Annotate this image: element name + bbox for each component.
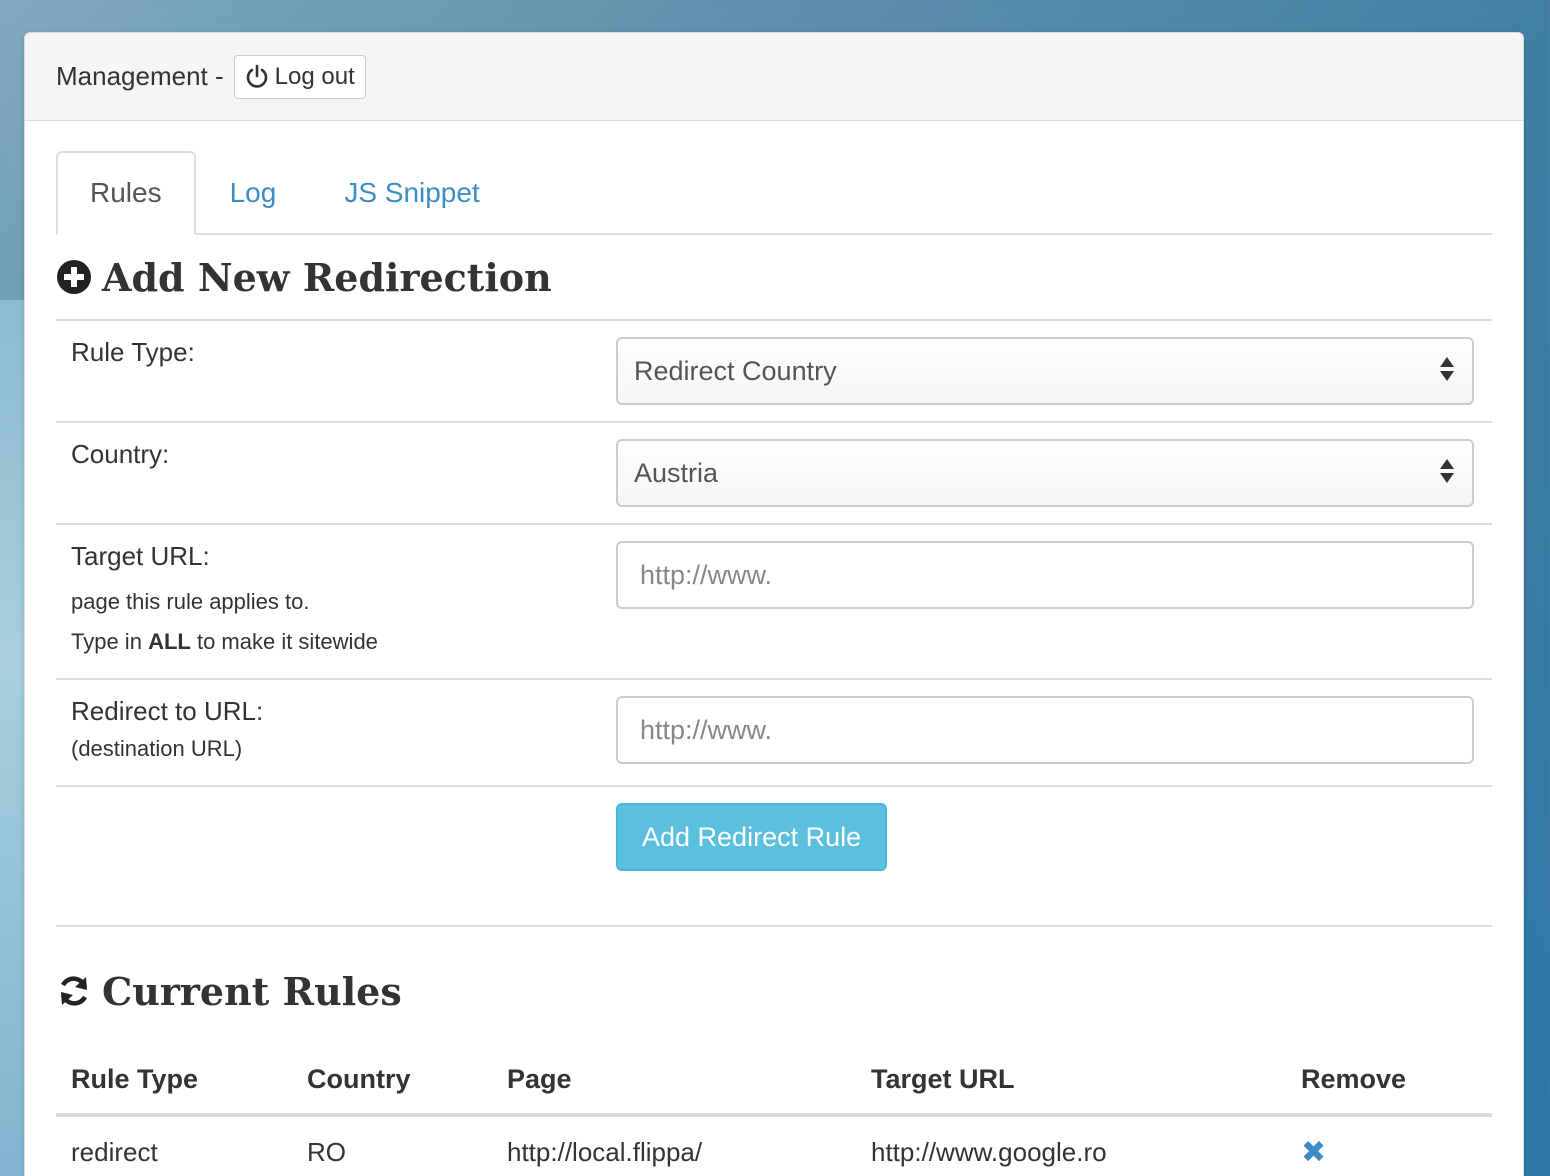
column-header-country: Country bbox=[292, 1045, 492, 1117]
cell-remove: ✖ bbox=[1286, 1115, 1492, 1176]
refresh-icon[interactable] bbox=[56, 973, 92, 1009]
target-url-row: Target URL: page this rule applies to. T… bbox=[56, 525, 1492, 680]
tab-log-label: Log bbox=[229, 177, 277, 208]
current-rules-title: Current Rules bbox=[102, 968, 402, 1014]
column-header-target-url: Target URL bbox=[856, 1045, 1286, 1117]
tab-js-snippet[interactable]: JS Snippet bbox=[310, 151, 513, 235]
help-text-pre: Type in bbox=[71, 629, 142, 654]
cell-target-url: http://www.google.ro bbox=[871, 1136, 1107, 1167]
panel-heading: Management - Log out bbox=[25, 33, 1523, 121]
table-header-row: Rule Type Country Page Target URL Remove bbox=[56, 1045, 1492, 1117]
country-row: Country: Austria bbox=[56, 423, 1492, 525]
management-panel: Management - Log out Rules Log JS Snippe… bbox=[24, 32, 1524, 1176]
help-text-post: to make it sitewide bbox=[196, 629, 378, 654]
country-label: Country: bbox=[71, 439, 170, 469]
redirect-url-input[interactable] bbox=[640, 714, 1456, 746]
tab-js-snippet-label: JS Snippet bbox=[344, 177, 480, 208]
add-redirection-title: Add New Redirection bbox=[102, 254, 552, 300]
logout-label: Log out bbox=[274, 62, 355, 90]
country-value: Austria bbox=[634, 457, 719, 488]
redirect-url-row: Redirect to URL: (destination URL) bbox=[56, 680, 1492, 787]
target-url-help: page this rule applies to. Type in ALL t… bbox=[71, 582, 601, 662]
add-redirection-heading: Add New Redirection bbox=[56, 235, 1492, 319]
target-url-label-group: Target URL: page this rule applies to. T… bbox=[56, 525, 616, 678]
rule-type-select[interactable]: Redirect Country bbox=[616, 337, 1474, 405]
rule-type-row: Rule Type: Redirect Country bbox=[56, 321, 1492, 423]
tab-log[interactable]: Log bbox=[196, 151, 311, 235]
country-select[interactable]: Austria bbox=[616, 439, 1474, 507]
redirect-url-label-group: Redirect to URL: (destination URL) bbox=[56, 680, 616, 785]
rule-type-label: Rule Type: bbox=[71, 337, 195, 367]
redirect-url-help: (destination URL) bbox=[71, 736, 243, 761]
tab-rules[interactable]: Rules bbox=[56, 151, 196, 235]
rules-table: Rule Type Country Page Target URL Remove… bbox=[56, 1045, 1492, 1176]
cell-rule-type: redirect bbox=[71, 1136, 158, 1167]
cell-country: RO bbox=[307, 1136, 346, 1167]
table-row: redirect RO http://local.flippa/ http://… bbox=[56, 1115, 1492, 1176]
cell-page: http://local.flippa/ bbox=[507, 1136, 703, 1167]
rule-type-value: Redirect Country bbox=[634, 355, 837, 386]
target-url-help-1: page this rule applies to. bbox=[71, 589, 310, 614]
panel-title: Management - bbox=[56, 61, 224, 91]
plus-circle-icon bbox=[56, 259, 92, 295]
column-header-page: Page bbox=[492, 1045, 856, 1117]
column-header-rule-type: Rule Type bbox=[56, 1045, 292, 1117]
redirect-url-field[interactable] bbox=[616, 696, 1474, 764]
add-redirect-rule-button[interactable]: Add Redirect Rule bbox=[616, 803, 888, 871]
column-header-remove: Remove bbox=[1286, 1045, 1492, 1117]
redirect-form: Rule Type: Redirect Country Country: Aus… bbox=[56, 319, 1492, 927]
close-icon[interactable]: ✖ bbox=[1301, 1136, 1326, 1169]
redirect-url-label: Redirect to URL: bbox=[71, 696, 264, 726]
tab-rules-label: Rules bbox=[90, 177, 162, 208]
current-rules-heading: Current Rules bbox=[56, 949, 1492, 1033]
help-text-bold: ALL bbox=[148, 629, 191, 654]
target-url-help-2: Type in ALL to make it sitewide bbox=[71, 622, 601, 662]
target-url-input[interactable] bbox=[640, 559, 1456, 591]
logout-button[interactable]: Log out bbox=[233, 54, 366, 99]
submit-row: Add Redirect Rule bbox=[56, 787, 1492, 927]
target-url-label: Target URL: bbox=[71, 541, 210, 571]
tab-bar: Rules Log JS Snippet bbox=[56, 151, 1492, 235]
power-icon bbox=[246, 64, 267, 88]
select-arrows-icon bbox=[1440, 459, 1454, 483]
select-arrows-icon bbox=[1440, 357, 1454, 381]
target-url-field[interactable] bbox=[616, 541, 1474, 609]
